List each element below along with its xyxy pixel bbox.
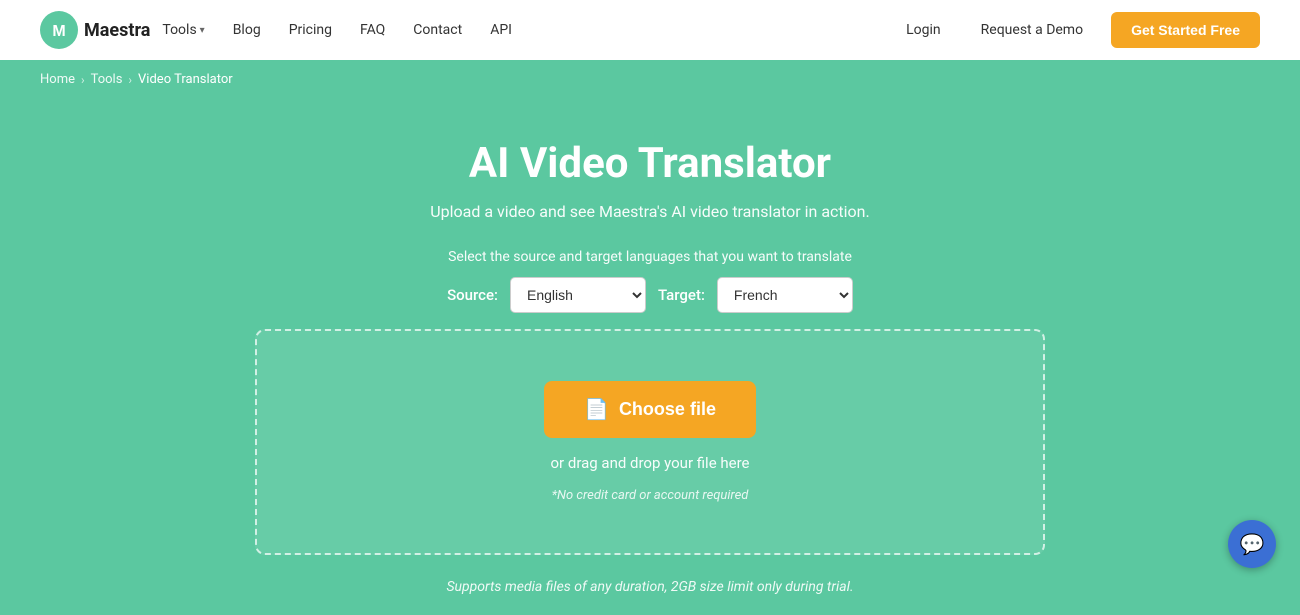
nav-item-pricing[interactable]: Pricing	[277, 16, 344, 44]
navbar: M Maestra Tools ▾ Blog Pricing FAQ Conta…	[0, 0, 1300, 60]
nav-links: Tools ▾ Blog Pricing FAQ Contact API	[150, 16, 894, 44]
page-subtitle: Upload a video and see Maestra's AI vide…	[430, 202, 869, 221]
page-title: AI Video Translator	[469, 139, 831, 188]
target-label: Target:	[658, 286, 705, 304]
source-language-select[interactable]: English Spanish French German Italian Po…	[510, 277, 646, 313]
no-credit-text: *No credit card or account required	[552, 488, 749, 503]
chat-widget[interactable]: 💬	[1228, 520, 1276, 568]
nav-item-tools[interactable]: Tools ▾	[150, 16, 216, 44]
chat-icon: 💬	[1240, 532, 1265, 556]
nav-right: Login Request a Demo Get Started Free	[894, 12, 1260, 48]
request-demo-button[interactable]: Request a Demo	[969, 16, 1095, 44]
source-label: Source:	[447, 286, 498, 304]
file-icon: 📄	[584, 397, 609, 422]
supports-text: Supports media files of any duration, 2G…	[446, 579, 853, 595]
lang-instruction: Select the source and target languages t…	[20, 249, 1280, 265]
breadcrumb-current: Video Translator	[138, 72, 233, 87]
chevron-down-icon: ▾	[200, 25, 205, 36]
language-select-section: Select the source and target languages t…	[20, 249, 1280, 313]
breadcrumb-home[interactable]: Home	[40, 72, 75, 87]
login-button[interactable]: Login	[894, 16, 953, 44]
logo-icon: M	[40, 11, 78, 49]
upload-area[interactable]: 📄 Choose file or drag and drop your file…	[255, 329, 1045, 555]
drag-drop-text: or drag and drop your file here	[551, 454, 750, 472]
lang-select-row: Source: English Spanish French German It…	[447, 277, 853, 313]
logo-text: Maestra	[84, 20, 150, 41]
get-started-button[interactable]: Get Started Free	[1111, 12, 1260, 48]
breadcrumb-sep-1: ›	[81, 73, 85, 87]
svg-text:M: M	[52, 23, 65, 40]
nav-item-blog[interactable]: Blog	[221, 16, 273, 44]
nav-item-contact[interactable]: Contact	[401, 16, 474, 44]
target-language-select[interactable]: French English Spanish German Italian Po…	[717, 277, 853, 313]
breadcrumb-tools[interactable]: Tools	[91, 72, 123, 87]
main-content: AI Video Translator Upload a video and s…	[0, 99, 1300, 615]
nav-item-faq[interactable]: FAQ	[348, 16, 397, 44]
logo[interactable]: M Maestra	[40, 11, 150, 49]
breadcrumb: Home › Tools › Video Translator	[0, 60, 1300, 99]
choose-file-button[interactable]: 📄 Choose file	[544, 381, 756, 438]
nav-item-api[interactable]: API	[478, 16, 524, 44]
breadcrumb-sep-2: ›	[128, 73, 132, 87]
